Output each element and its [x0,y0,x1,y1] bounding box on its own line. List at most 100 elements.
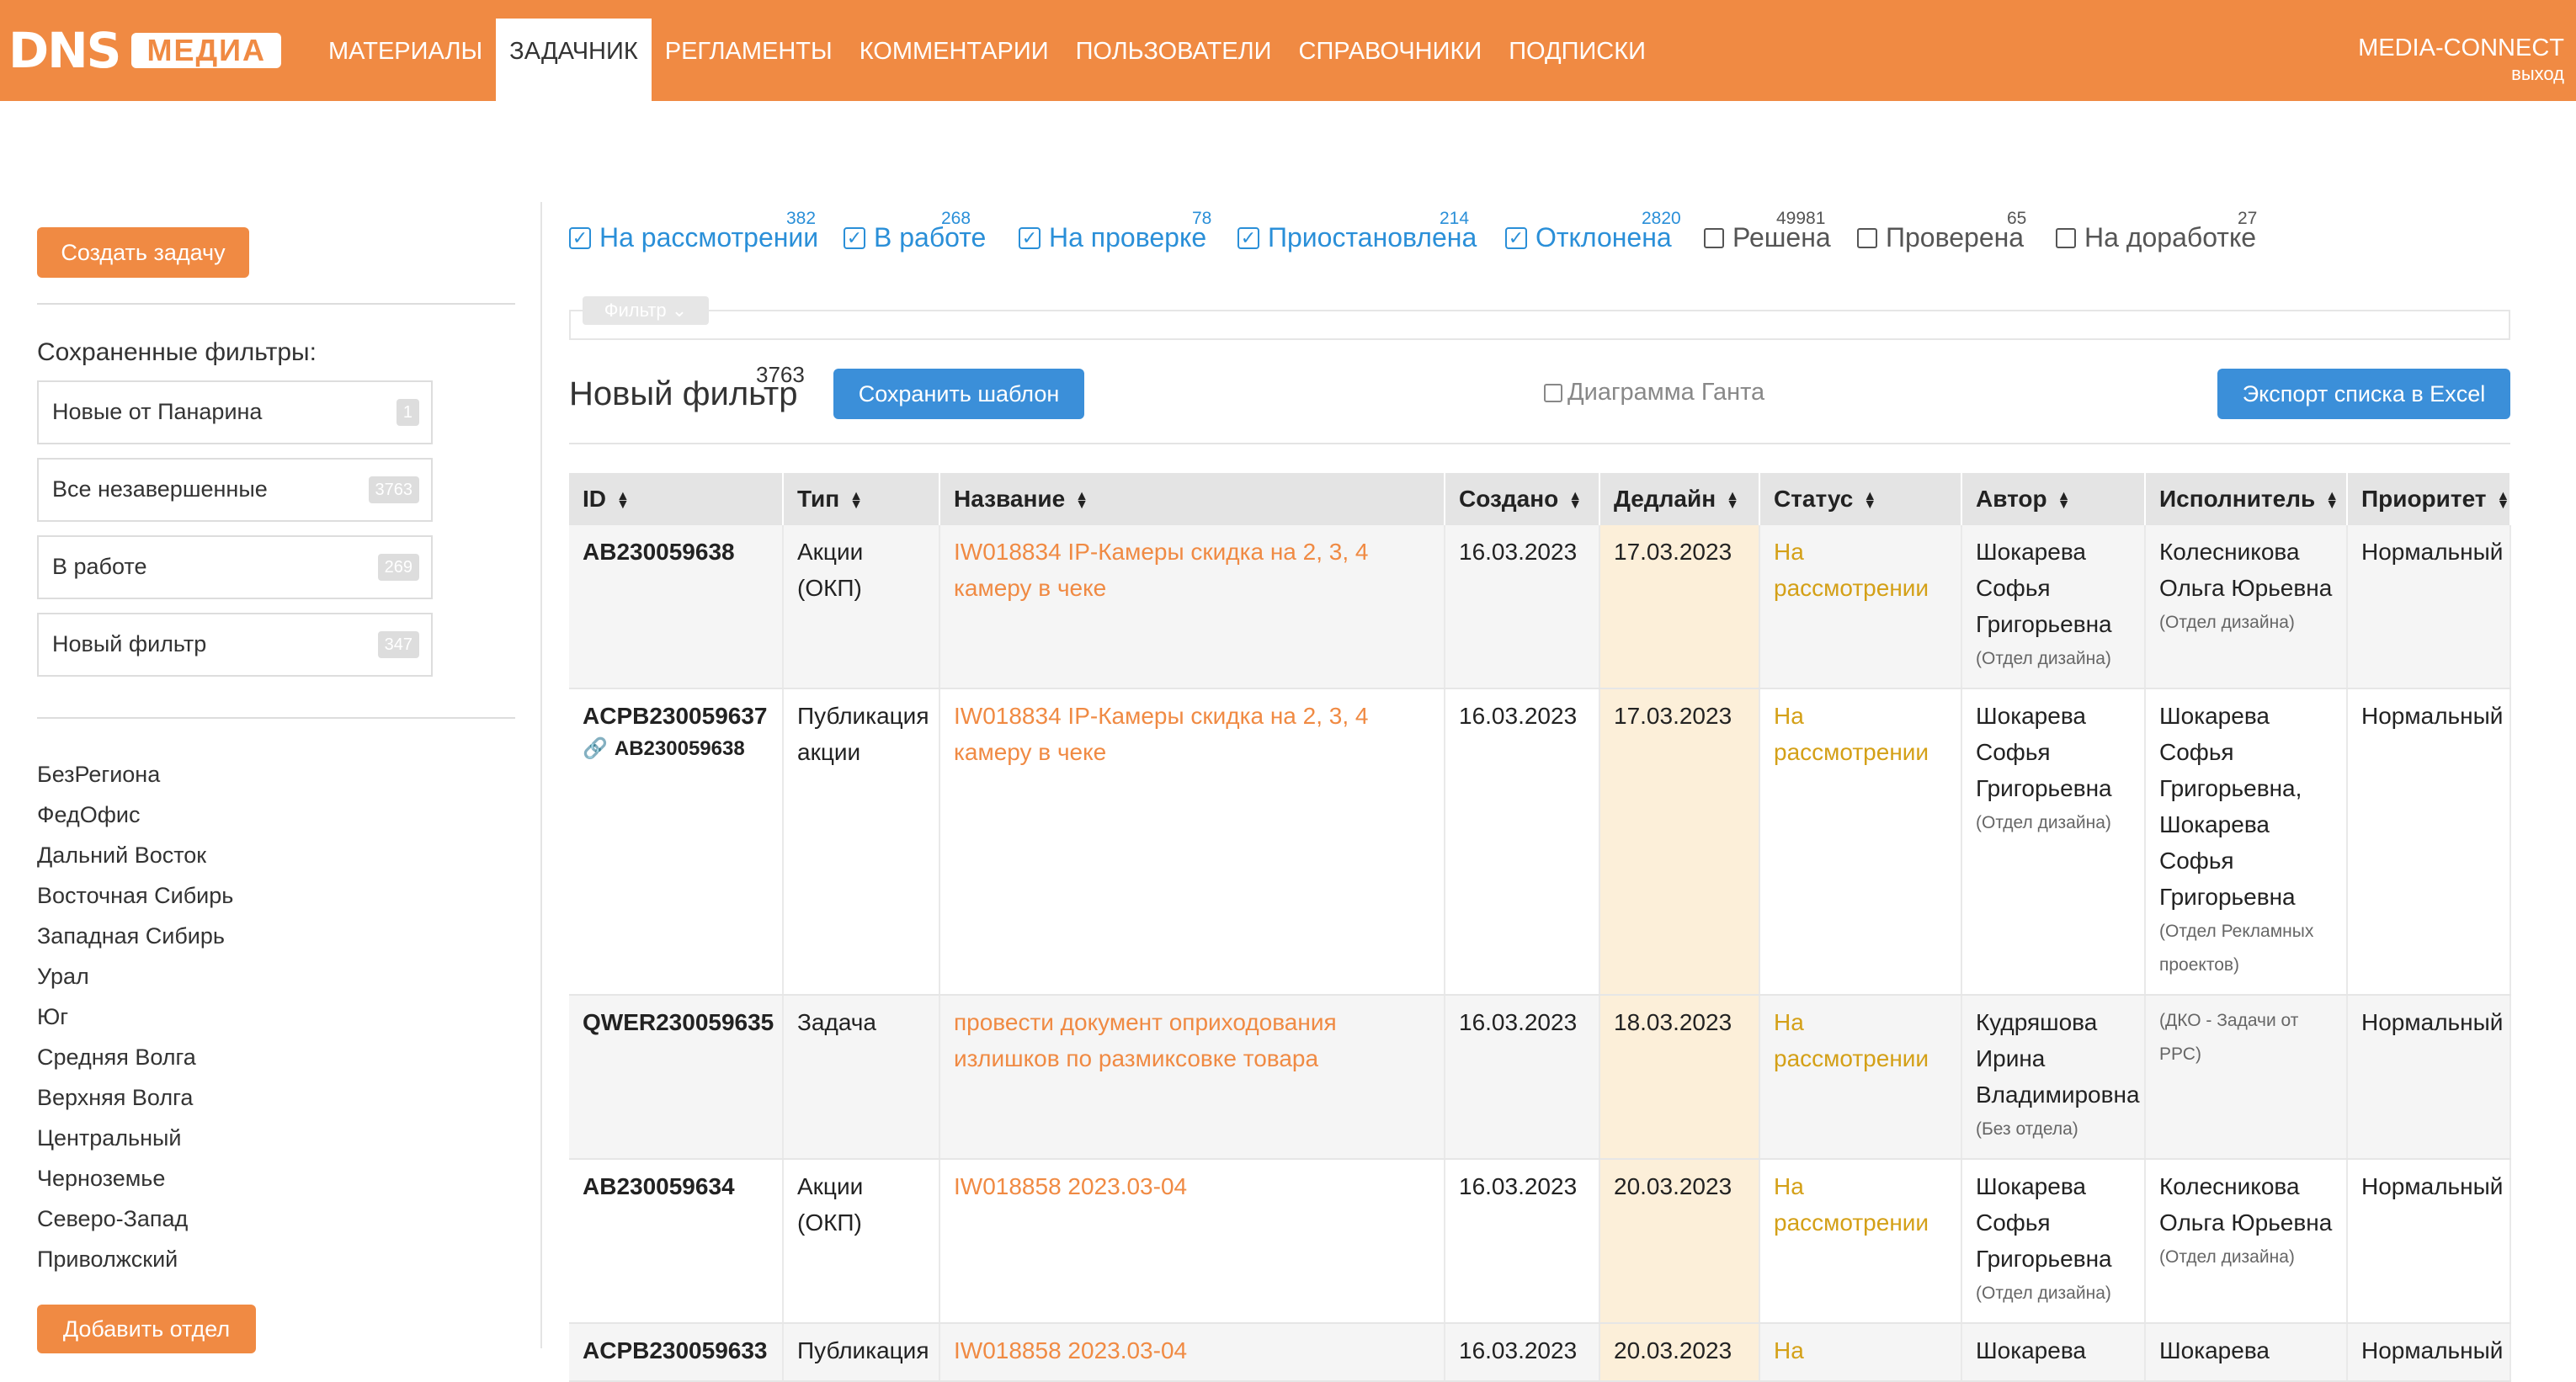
cell-deadline: 17.03.2023 [1599,688,1760,996]
tasks-table: ID ▲ ▼ Тип ▲ ▼ Название ▲ ▼ Создано ▲ ▼ Дедлайн ▲… [569,473,2511,1382]
region-item[interactable]: Северо-Запад [37,1199,515,1239]
cell-author: Шокарева [1961,1323,2146,1382]
region-item[interactable]: Восточная Сибирь [37,875,515,916]
author-dept: (Без отдела) [1976,1119,2078,1139]
author-name: Шокарева Софья Григорьевна [1976,1173,2112,1272]
cell-executor: Шокарева Софья Григорьевна, Шокарева Соф… [2145,688,2348,996]
column-header-name[interactable]: Название ▲ ▼ [939,473,1445,525]
region-item[interactable]: Средняя Волга [37,1037,515,1077]
table-row[interactable]: AB230059634 Акции (ОКП) IW018858 2023.03… [569,1159,2511,1324]
sort-icon: ▲ ▼ [2057,488,2071,512]
column-label: Исполнитель [2159,486,2316,512]
nav-tasks[interactable]: ЗАДАЧНИК [496,19,652,101]
user-name[interactable]: MEDIA-CONNECT [2358,34,2564,62]
checkbox-unchecked-icon[interactable] [1704,227,1724,248]
column-header-status[interactable]: Статус ▲ ▼ [1759,473,1962,525]
cell-priority: Нормальный [2347,1323,2511,1382]
filter-title-row: Новый фильтр 3763 Сохранить шаблон Диагр… [569,362,2510,446]
saved-filter-item[interactable]: В работе 269 [37,535,433,599]
save-template-button[interactable]: Сохранить шаблон [833,369,1084,419]
task-name-link[interactable]: провести документ оприходования излишков… [954,1009,1337,1071]
cell-executor: Шокарева [2145,1323,2348,1382]
region-item[interactable]: Западная Сибирь [37,916,515,956]
column-label: Создано [1459,486,1559,512]
checkbox-checked-icon[interactable]: ✓ [1505,226,1527,249]
logout-link[interactable]: ВЫХОД [2358,62,2564,86]
gantt-toggle[interactable]: Диаграмма Ганта [1544,379,1764,407]
region-item[interactable]: Верхняя Волга [37,1077,515,1118]
saved-filter-item[interactable]: Новый фильтр 347 [37,613,433,677]
checkbox-checked-icon[interactable]: ✓ [844,226,865,249]
cell-status: На [1759,1323,1962,1382]
task-id[interactable]: ACPB230059633 [583,1332,769,1369]
nav-references[interactable]: СПРАВОЧНИКИ [1285,19,1496,101]
cell-priority: Нормальный [2347,688,2511,996]
task-id[interactable]: QWER230059635 [583,1004,774,1040]
cell-created: 16.03.2023 [1445,525,1600,689]
cell-status: На рассмотрении [1759,688,1962,996]
table-row[interactable]: QWER230059635 Задача провести документ о… [569,995,2511,1160]
checkbox-unchecked-icon[interactable] [2056,227,2076,248]
user-block: MEDIA-CONNECT ВЫХОД [2358,34,2564,86]
table-row[interactable]: AB230059638 Акции (ОКП) IW018834 IP-Каме… [569,525,2511,689]
task-name-link[interactable]: IW018834 IP-Камеры скидка на 2, 3, 4 кам… [954,539,1368,601]
sort-icon: ▲ ▼ [849,488,864,512]
author-name: Кудряшова Ирина Владимировна [1976,1009,2140,1108]
checkbox-checked-icon[interactable]: ✓ [1019,226,1041,249]
export-excel-button[interactable]: Экспорт списка в Excel [2217,369,2510,419]
cell-author: Шокарева Софья Григорьевна (Отдел дизайна… [1961,1159,2146,1324]
column-label: Дедлайн [1614,486,1716,512]
nav-comments[interactable]: КОММЕНТАРИИ [846,19,1062,101]
task-id[interactable]: ACPB230059637 [583,698,769,734]
filter-toggle[interactable]: Фильтр ⌄ [583,296,709,325]
task-status: На рассмотрении [1774,539,1929,601]
nav-subscriptions[interactable]: ПОДПИСКИ [1495,19,1659,101]
table-row[interactable]: ACPB230059637 🔗 AB230059638 Публикация ак… [569,688,2511,996]
checkbox-unchecked-icon[interactable] [1857,227,1877,248]
region-item[interactable]: Приволжский [37,1239,515,1279]
nav-materials[interactable]: МАТЕРИАЛЫ [315,19,496,101]
checkbox-checked-icon[interactable]: ✓ [569,226,591,249]
column-header-deadline[interactable]: Дедлайн ▲ ▼ [1599,473,1760,525]
table-row[interactable]: ACPB230059633 Публикация IW018858 2023.0… [569,1323,2511,1382]
link-icon: 🔗 [583,737,608,760]
checkbox-unchecked-icon[interactable] [1544,383,1562,402]
region-item[interactable]: БезРегиона [37,754,515,795]
column-header-author[interactable]: Автор ▲ ▼ [1961,473,2146,525]
saved-filter-item[interactable]: Все незавершенные 3763 [37,458,433,522]
task-id[interactable]: AB230059638 [583,534,769,570]
task-name-link[interactable]: IW018858 2023.03-04 [954,1173,1187,1199]
checkbox-checked-icon[interactable]: ✓ [1237,226,1259,249]
region-item[interactable]: Черноземье [37,1158,515,1199]
column-label: Тип [797,486,840,512]
task-id[interactable]: AB230059634 [583,1168,769,1204]
nav-regulations[interactable]: РЕГЛАМЕНТЫ [652,19,846,101]
sort-icon: ▲ ▼ [616,488,630,512]
column-header-type[interactable]: Тип ▲ ▼ [783,473,940,525]
region-item[interactable]: ФедОфис [37,795,515,835]
task-status: На рассмотрении [1774,703,1929,765]
create-task-button[interactable]: Создать задачу [37,227,249,278]
cell-priority: Нормальный [2347,525,2511,689]
saved-filter-count: 1 [396,399,419,426]
sort-icon: ▲ ▼ [1075,488,1089,512]
region-item[interactable]: Юг [37,997,515,1037]
dns-media-logo[interactable]: DNS МЕДИА [8,25,281,76]
column-header-priority[interactable]: Приоритет ▲ ▼ [2347,473,2511,525]
cell-deadline: 20.03.2023 [1599,1159,1760,1324]
task-name-link[interactable]: IW018858 2023.03-04 [954,1337,1187,1363]
cell-created: 16.03.2023 [1445,1159,1600,1324]
task-name-link[interactable]: IW018834 IP-Камеры скидка на 2, 3, 4 кам… [954,703,1368,765]
filter-toggle-label: Фильтр [604,300,667,321]
nav-users[interactable]: ПОЛЬЗОВАТЕЛИ [1062,19,1285,101]
column-header-created[interactable]: Создано ▲ ▼ [1445,473,1600,525]
region-item[interactable]: Дальний Восток [37,835,515,875]
region-item[interactable]: Центральный [37,1118,515,1158]
column-header-id[interactable]: ID ▲ ▼ [569,473,784,525]
column-header-executor[interactable]: Исполнитель ▲ ▼ [2145,473,2348,525]
linked-task[interactable]: 🔗 AB230059638 [583,734,769,764]
saved-filter-item[interactable]: Новые от Панарина 1 [37,380,433,444]
add-department-button[interactable]: Добавить отдел [37,1305,256,1353]
cell-executor: Колесникова Ольга Юрьевна (Отдел дизайна) [2145,1159,2348,1324]
region-item[interactable]: Урал [37,956,515,997]
